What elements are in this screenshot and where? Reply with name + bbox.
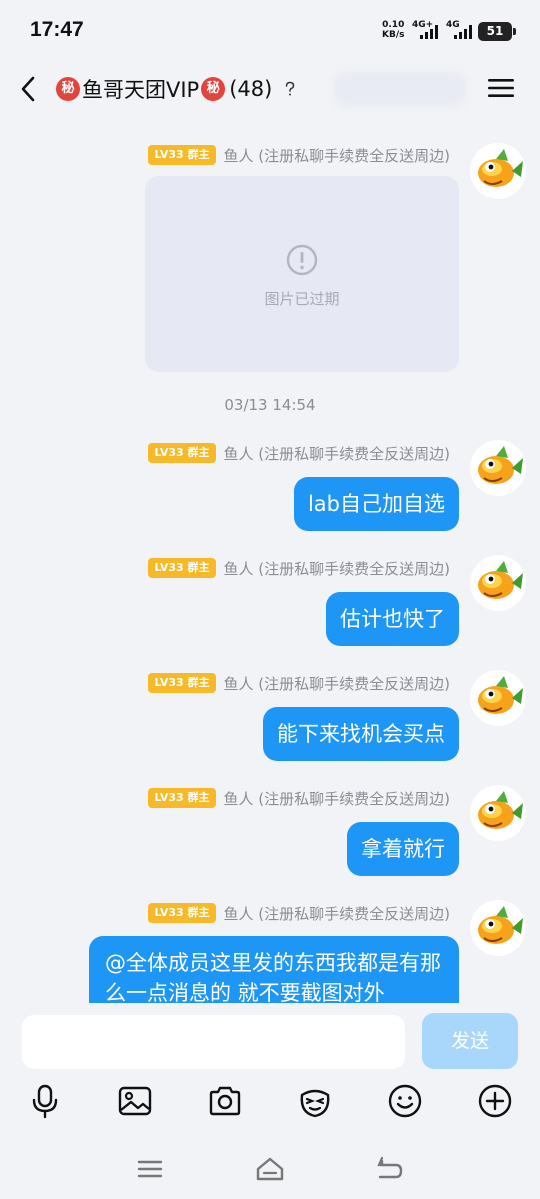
sender-name: 鱼人 (注册私聊手续费全反送周边) xyxy=(223,146,450,165)
emoji-icon[interactable] xyxy=(387,1083,423,1119)
sender-name: 鱼人 (注册私聊手续费全反送周边) xyxy=(223,789,450,808)
sticker-icon[interactable] xyxy=(297,1083,333,1119)
alert-icon xyxy=(286,244,318,276)
secret-mark-icon: 秘 xyxy=(201,77,226,101)
help-icon[interactable] xyxy=(282,80,298,98)
timestamp: 03/13 14:54 xyxy=(224,396,316,414)
fish-avatar-icon xyxy=(478,446,523,484)
level-badge: LV33 群主 xyxy=(148,673,216,693)
fish-avatar-icon xyxy=(478,906,523,944)
avatar[interactable] xyxy=(470,440,526,496)
home-icon[interactable] xyxy=(254,1155,286,1183)
network-speed-value: 0.10 xyxy=(382,20,405,30)
recent-apps-icon[interactable] xyxy=(134,1155,166,1183)
secret-mark-icon: 秘 xyxy=(56,77,80,101)
expired-image[interactable]: 图片已过期 xyxy=(145,176,459,372)
chat-header: 秘 鱼哥天团VIP 秘 (48) xyxy=(0,62,540,116)
camera-icon[interactable] xyxy=(207,1083,243,1119)
message-meta: LV33 群主 鱼人 (注册私聊手续费全反送周边) xyxy=(148,443,450,463)
image-icon[interactable] xyxy=(117,1083,153,1119)
avatar[interactable] xyxy=(470,143,526,199)
message-bubble[interactable]: 估计也快了 xyxy=(326,592,459,646)
level-badge: LV33 群主 xyxy=(148,443,216,463)
avatar[interactable] xyxy=(470,670,526,726)
sender-name: 鱼人 (注册私聊手续费全反送周边) xyxy=(223,904,450,923)
avatar[interactable] xyxy=(470,900,526,956)
fish-avatar-icon xyxy=(478,676,523,714)
network-speed-unit: KB/s xyxy=(382,30,405,40)
message-input[interactable] xyxy=(22,1015,405,1069)
message-meta: LV33 群主 鱼人 (注册私聊手续费全反送周边) xyxy=(148,145,450,165)
sender-name: 鱼人 (注册私聊手续费全反送周边) xyxy=(223,559,450,578)
message-meta: LV33 群主 鱼人 (注册私聊手续费全反送周边) xyxy=(148,788,450,808)
microphone-icon[interactable] xyxy=(27,1083,63,1119)
message-bubble[interactable]: 能下来找机会买点 xyxy=(263,707,459,761)
message-bubble[interactable]: lab自己加自选 xyxy=(293,477,459,531)
avatar[interactable] xyxy=(470,785,526,841)
group-name: 鱼哥天团VIP xyxy=(82,78,200,102)
level-badge: LV33 群主 xyxy=(148,788,216,808)
menu-icon[interactable] xyxy=(488,76,514,100)
fish-avatar-icon xyxy=(478,561,523,599)
battery-icon: 51 xyxy=(478,22,516,41)
avatar[interactable] xyxy=(470,555,526,611)
network-speed: 0.10 KB/s xyxy=(382,20,404,40)
expired-image-label: 图片已过期 xyxy=(264,290,340,308)
level-badge: LV33 群主 xyxy=(148,145,216,165)
level-badge: LV33 群主 xyxy=(148,558,216,578)
sender-name: 鱼人 (注册私聊手续费全反送周边) xyxy=(223,674,450,693)
sender-name: 鱼人 (注册私聊手续费全反送周边) xyxy=(223,444,450,463)
chat-screen: 17:47 0.10 KB/s 4G+ 4G 51 秘 鱼哥天团VIP 秘 (4… xyxy=(0,0,540,1199)
message-meta: LV33 群主 鱼人 (注册私聊手续费全反送周边) xyxy=(148,903,450,923)
status-time: 17:47 xyxy=(30,18,84,41)
message-bubble[interactable]: 拿着就行 xyxy=(347,822,459,876)
member-count: (48) xyxy=(229,77,273,101)
blurred-region xyxy=(335,72,465,106)
message-meta: LV33 群主 鱼人 (注册私聊手续费全反送周边) xyxy=(148,558,450,578)
level-badge: LV33 群主 xyxy=(148,903,216,923)
fish-avatar-icon xyxy=(478,791,523,829)
back-arrow-icon[interactable] xyxy=(14,74,44,104)
group-title[interactable]: 秘 鱼哥天团VIP 秘 (48) xyxy=(54,72,298,106)
status-bar: 17:47 0.10 KB/s 4G+ 4G 51 xyxy=(0,0,540,62)
plus-icon[interactable] xyxy=(477,1083,513,1119)
back-nav-icon[interactable] xyxy=(374,1155,406,1183)
composer: 发送 xyxy=(0,1003,540,1199)
message-meta: LV33 群主 鱼人 (注册私聊手续费全反送周边) xyxy=(148,673,450,693)
fish-avatar-icon xyxy=(478,149,523,187)
send-button[interactable]: 发送 xyxy=(422,1013,518,1069)
